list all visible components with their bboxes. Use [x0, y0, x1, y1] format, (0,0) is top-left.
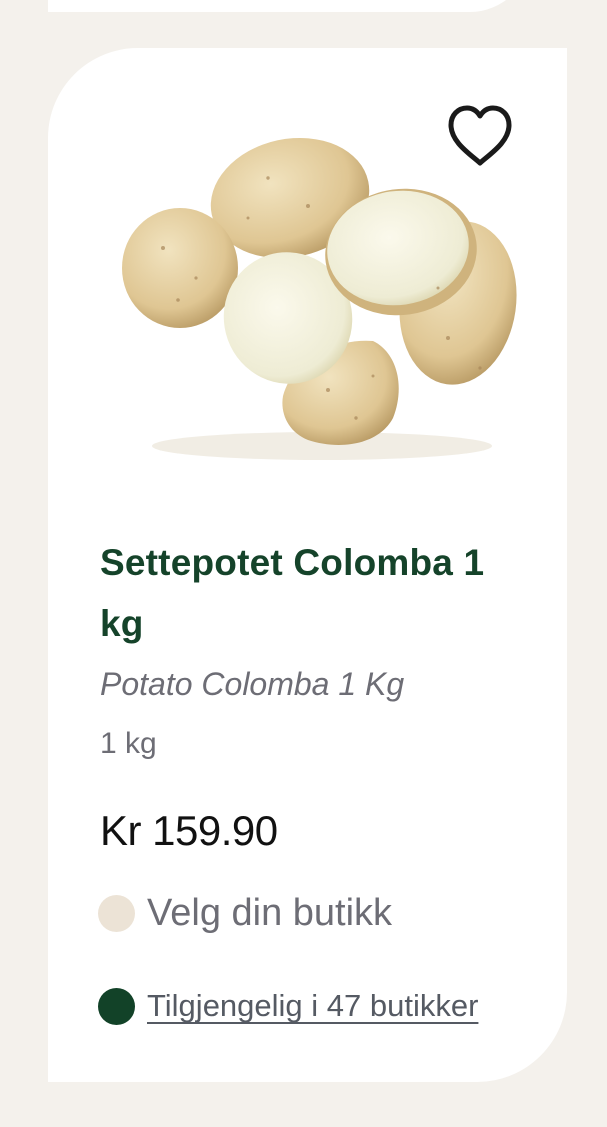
- availability-dot: [98, 987, 135, 1025]
- product-list-page: Settepotet Colomba 1 kg Potato Colomba 1…: [0, 0, 607, 1127]
- product-card[interactable]: Settepotet Colomba 1 kg Potato Colomba 1…: [48, 48, 567, 1082]
- product-subtitle: Potato Colomba 1 Kg: [100, 666, 405, 702]
- select-store-button[interactable]: Velg din butikk: [98, 890, 392, 936]
- product-image[interactable]: [108, 128, 528, 468]
- potatoes-image: [122, 137, 517, 460]
- availability-row: Tilgjengelig i 47 butikker: [98, 986, 478, 1026]
- previous-product-card: [48, 0, 530, 12]
- availability-link[interactable]: Tilgjengelig i 47 butikker: [147, 986, 478, 1026]
- product-weight: 1 kg: [100, 727, 157, 760]
- product-title[interactable]: Settepotet Colomba 1 kg: [100, 532, 530, 654]
- store-status-dot: [98, 894, 135, 932]
- select-store-label: Velg din butikk: [147, 892, 393, 934]
- product-price: Kr 159.90: [100, 807, 278, 854]
